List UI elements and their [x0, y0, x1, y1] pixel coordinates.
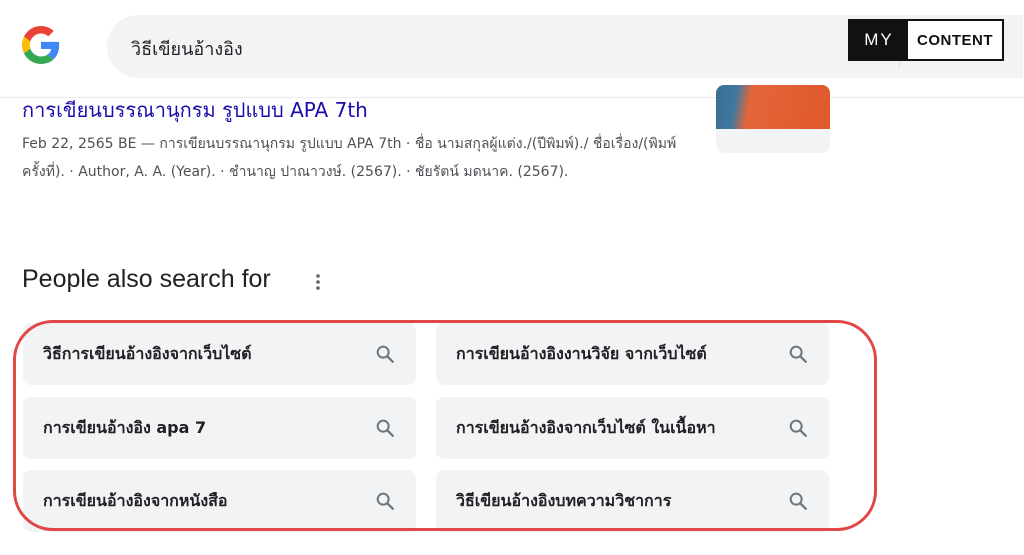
watermark-logo: MY CONTENT	[848, 19, 1004, 61]
search-icon	[376, 345, 394, 363]
related-search-chip[interactable]: การเขียนอ้างอิง apa 7	[23, 397, 416, 459]
related-search-chip[interactable]: การเขียนอ้างอิงจากหนังสือ	[23, 470, 416, 532]
related-search-chip[interactable]: การเขียนอ้างอิงจากเว็บไซต์ ในเนื้อหา	[436, 397, 829, 459]
header: MY CONTENT	[0, 0, 1024, 98]
people-also-search-heading: People also search for	[22, 265, 271, 293]
search-icon	[376, 492, 394, 510]
result-thumbnail[interactable]	[716, 85, 830, 153]
related-search-label: วิธีเขียนอ้างอิงบทความวิชาการ	[456, 490, 672, 510]
more-vert-icon[interactable]	[310, 272, 326, 292]
google-logo[interactable]	[22, 26, 60, 64]
watermark-left: MY	[850, 21, 908, 59]
related-search-chip[interactable]: วิธีเขียนอ้างอิงบทความวิชาการ	[436, 470, 829, 532]
search-icon	[789, 345, 807, 363]
search-icon	[376, 419, 394, 437]
related-search-label: การเขียนอ้างอิง apa 7	[43, 417, 207, 437]
result-snippet: Feb 22, 2565 BE — การเขียนบรรณานุกรม รูป…	[22, 136, 677, 180]
related-search-label: การเขียนอ้างอิงงานวิจัย จากเว็บไซต์	[456, 343, 707, 363]
related-search-label: วิธีการเขียนอ้างอิงจากเว็บไซต์	[43, 343, 252, 363]
search-icon	[789, 492, 807, 510]
related-search-label: การเขียนอ้างอิงจากหนังสือ	[43, 490, 228, 510]
thumbnail-image	[716, 85, 830, 129]
result-title-link[interactable]: การเขียนบรรณานุกรม รูปแบบ APA 7th	[22, 94, 368, 126]
watermark-right: CONTENT	[917, 31, 993, 49]
related-search-chip[interactable]: วิธีการเขียนอ้างอิงจากเว็บไซต์	[23, 323, 416, 385]
search-icon	[789, 419, 807, 437]
related-search-chip[interactable]: การเขียนอ้างอิงงานวิจัย จากเว็บไซต์	[436, 323, 829, 385]
search-input[interactable]	[129, 33, 733, 63]
related-search-label: การเขียนอ้างอิงจากเว็บไซต์ ในเนื้อหา	[456, 417, 716, 437]
